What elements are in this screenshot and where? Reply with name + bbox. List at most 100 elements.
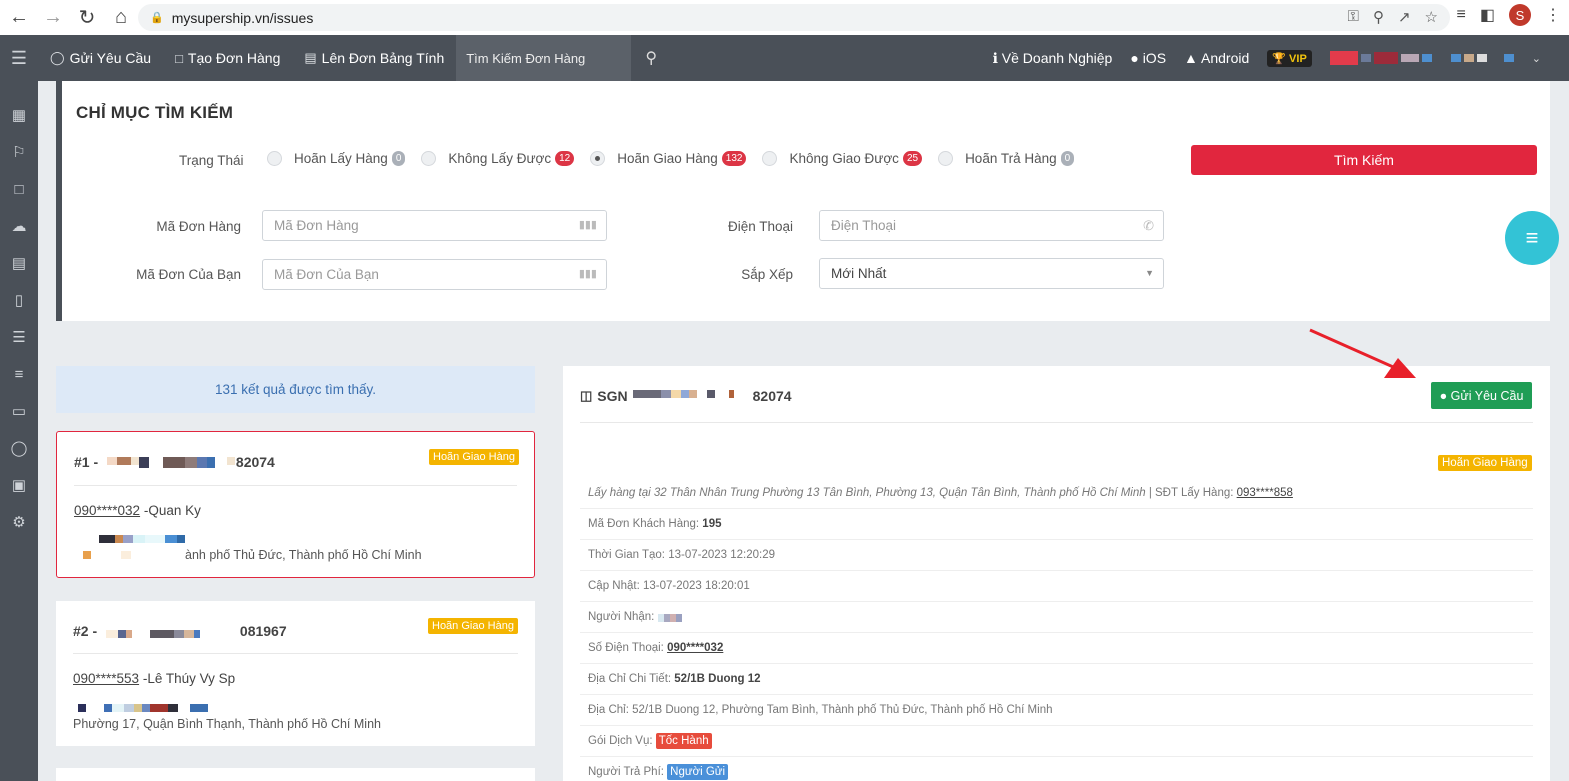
receiver-phone-link[interactable]: 090****032 [667, 642, 723, 654]
arrow-shaft [1309, 328, 1401, 372]
radio-button[interactable] [938, 151, 954, 166]
zoom-icon[interactable]: ⚲ [1373, 8, 1384, 26]
back-icon[interactable]: ← [4, 3, 34, 33]
sort-select[interactable]: Mới Nhất ▼ [819, 258, 1164, 289]
suitcase-icon: ◫ [580, 388, 593, 403]
radio-button-checked[interactable] [590, 151, 606, 166]
nav-spreadsheet-order[interactable]: ▤ Lên Đơn Bảng Tính [292, 35, 456, 81]
home-icon[interactable]: ⌂ [106, 3, 136, 33]
nav-android[interactable]: ▲ Android [1184, 50, 1249, 66]
search-icon[interactable]: ⚲ [631, 35, 671, 81]
pickup-phone-link[interactable]: 093****858 [1237, 487, 1293, 499]
scan-icon[interactable]: □ [14, 181, 23, 199]
address-detail-row: Địa Chỉ Chi Tiết: 52/1B Duong 12 [580, 664, 1533, 695]
radio-button[interactable] [267, 151, 282, 166]
account-name-redacted[interactable] [1329, 51, 1514, 65]
redacted-address-block [83, 535, 185, 543]
spreadsheet-icon: ▤ [304, 50, 317, 65]
customer-phone: 090****032 -Quan Ky [74, 503, 201, 518]
customer-phone: 090****553 -Lê Thúy Vy Sp [73, 671, 236, 686]
briefcase-icon[interactable]: ▣ [12, 477, 26, 495]
status-radio-delay-pickup[interactable]: Hoãn Lấy Hàng 0 [267, 151, 406, 166]
panel-title: CHỈ MỤC TÌM KIẾM [76, 103, 234, 122]
status-radio-delay-delivery[interactable]: Hoãn Giao Hàng 132 [590, 151, 747, 166]
nav-ios[interactable]: ● iOS [1130, 50, 1166, 66]
browser-toolbar: ← → ↻ ⌂ 🔒 mysupership.vn/issues ⚿ ⚲ ↗ ☆ … [0, 0, 1569, 35]
created-time-row: Thời Gian Tạo: 13-07-2023 12:20:29 [580, 540, 1533, 571]
scan-icon: □ [175, 50, 183, 66]
result-card-2[interactable]: #2 - 081967 Hoãn Giao Hàng 090****553 -L… [56, 601, 535, 746]
profile-avatar[interactable]: S [1509, 4, 1531, 26]
phone-link[interactable]: 090****553 [73, 671, 139, 686]
detail-order-code: ◫ SGN 82074 [580, 388, 792, 404]
order-detail-panel: ◫ SGN 82074 ● Gửi Yêu Cầu Hoãn Giao Hàng… [563, 366, 1550, 781]
redacted-id-block [106, 630, 200, 638]
chat-icon[interactable]: ◯ [11, 440, 28, 458]
reload-icon[interactable]: ↻ [72, 3, 102, 33]
search-button[interactable]: Tìm Kiếm [1191, 145, 1537, 175]
nav-about-business[interactable]: ℹ Về Doanh Nghiệp [993, 50, 1113, 67]
floating-menu-button[interactable]: ≡ [1505, 211, 1559, 265]
list-icon[interactable]: ≡ [15, 366, 24, 384]
status-radio-delay-return[interactable]: Hoãn Trả Hàng 0 [938, 151, 1075, 166]
dashboard-icon[interactable]: ▦ [12, 107, 26, 125]
mobile-icon[interactable]: ▯ [15, 292, 23, 310]
hamburger-icon[interactable]: ☰ [0, 35, 38, 81]
nav-send-request[interactable]: ◯ Gửi Yêu Cầu [38, 35, 163, 81]
barcode-icon: ▮▮▮ [578, 219, 597, 231]
customer-address: ành phố Thủ Đức, Thành phố Hồ Chí Minh [185, 548, 422, 562]
sliders-icon[interactable]: ☰ [12, 329, 25, 347]
phone-label: Điện Thoại [727, 219, 793, 234]
divider [580, 422, 1533, 423]
url-text: mysupership.vn/issues [171, 9, 314, 26]
header-search-input[interactable]: Tìm Kiếm Đơn Hàng [456, 35, 632, 81]
service-tag: Tốc Hành [655, 733, 712, 749]
book-icon[interactable]: ▤ [12, 255, 26, 273]
nav-create-order[interactable]: □ Tạo Đơn Hàng [163, 35, 292, 81]
result-card-3[interactable] [56, 768, 535, 781]
your-code-input[interactable]: Mã Đơn Của Bạn ▮▮▮ [262, 259, 607, 290]
chevron-down-icon[interactable]: ⌄ [1532, 52, 1541, 65]
order-code-label: Mã Đơn Hàng [156, 219, 241, 234]
radio-button[interactable] [421, 151, 437, 166]
result-card-1[interactable]: #1 - 82074 Hoãn Giao Hàng 090****032 -Qu… [56, 431, 535, 578]
result-count: 131 kết quả được tìm thấy. [56, 366, 535, 413]
phone-input[interactable]: Điện Thoại ✆ [819, 210, 1164, 241]
status-radio-delivery-failed[interactable]: Không Giao Được 25 [762, 151, 923, 166]
cloud-upload-icon[interactable]: ☁ [12, 218, 27, 236]
address-row: Địa Chỉ: 52/1B Duong 12, Phường Tam Bình… [580, 695, 1533, 726]
lock-icon: 🔒 [150, 12, 164, 24]
count-badge: 132 [721, 151, 747, 166]
bookmark-star-icon[interactable]: ☆ [1425, 8, 1438, 26]
flag-icon[interactable]: ⚐ [12, 144, 25, 162]
phone-icon: ✆ [1143, 218, 1154, 233]
gear-icon[interactable]: ⚙ [12, 514, 25, 532]
status-label: Trạng Thái [179, 153, 244, 168]
count-badge: 0 [1060, 151, 1075, 166]
send-request-button[interactable]: ● Gửi Yêu Cầu [1431, 382, 1532, 409]
redacted-id-block [107, 457, 235, 468]
menu-dots-icon[interactable]: ⋮ [1545, 5, 1561, 25]
sidepanel-icon[interactable]: ◧ [1480, 5, 1495, 25]
service-row: Gói Dịch Vụ: Tốc Hành [580, 726, 1533, 757]
pickup-info-row: Lấy hàng tại 32 Thân Nhân Trung Phường 1… [580, 478, 1533, 509]
media-icon[interactable]: ≡ [1457, 6, 1466, 24]
key-icon[interactable]: ⚿ [1348, 8, 1359, 26]
divider [74, 485, 517, 486]
phone-link[interactable]: 090****032 [74, 503, 140, 518]
address-bar[interactable]: 🔒 mysupership.vn/issues ⚿ ⚲ ↗ ☆ [138, 4, 1450, 31]
payer-tag: Người Gửi [667, 764, 729, 780]
share-icon[interactable]: ↗ [1398, 8, 1411, 26]
caret-down-icon: ▼ [1145, 268, 1154, 278]
apple-icon: ● [1130, 50, 1139, 66]
order-code-input[interactable]: Mã Đơn Hàng ▮▮▮ [262, 210, 607, 241]
status-badge: Hoãn Giao Hàng [1438, 455, 1532, 471]
forward-icon[interactable]: → [38, 3, 68, 33]
folder-icon[interactable]: ▭ [12, 403, 26, 421]
search-panel: CHỈ MỤC TÌM KIẾM Trạng Thái Hoãn Lấy Hàn… [56, 81, 1550, 321]
status-badge: Hoãn Giao Hàng [429, 449, 519, 465]
chat-icon: ● [1439, 388, 1448, 403]
chat-icon: ◯ [50, 50, 65, 65]
status-radio-pickup-failed[interactable]: Không Lấy Được 12 [421, 151, 575, 166]
radio-button[interactable] [762, 151, 778, 166]
